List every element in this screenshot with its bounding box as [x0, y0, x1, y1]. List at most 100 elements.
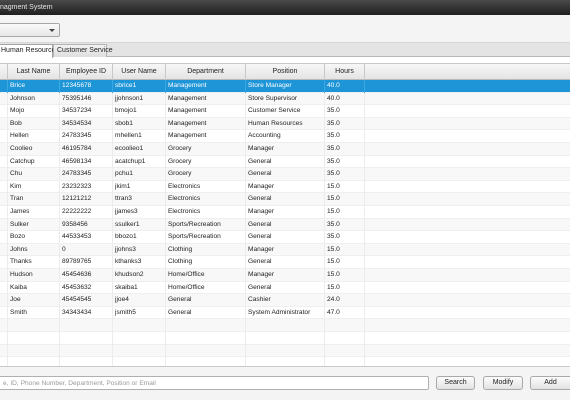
cell-hours: 15.0 — [325, 193, 365, 206]
cell-department — [166, 332, 246, 345]
table-row[interactable]: Sulker 9358456 ssulker1 Sports/Recreation Ge… — [0, 218, 570, 232]
cell-position: Store Supervisor — [246, 92, 325, 106]
cell-department: Grocery — [166, 155, 246, 169]
cell-position: General — [246, 281, 325, 295]
cell-employee-id: 89789765 — [60, 256, 113, 269]
cell-user-name — [113, 319, 166, 332]
cell-department: Grocery — [166, 168, 246, 181]
cell-hours: 35.0 — [325, 105, 365, 118]
cell-filler — [365, 345, 570, 358]
cell-filler — [365, 294, 570, 307]
cell-department: General — [166, 306, 246, 320]
cell-position: Human Resources — [246, 117, 325, 131]
cell-hours: 40.0 — [325, 80, 365, 93]
table-row[interactable]: Hudson 45454636 khudson2 Home/Office Manager… — [0, 269, 570, 282]
cell-hours: 40.0 — [325, 92, 365, 106]
cell-hours: 47.0 — [325, 306, 365, 320]
table-row[interactable]: Bozo 44533453 bbozo1 Sports/Recreation Gener… — [0, 231, 570, 244]
table-row[interactable]: Kim 23232323 jkim1 Electronics Manager 15.0 — [0, 180, 570, 194]
cell-hours — [325, 332, 365, 345]
cell-position: Customer Service — [246, 105, 325, 118]
cell-last-name: James — [8, 206, 60, 219]
table-row[interactable]: Coolieo 46195784 ecoolieo1 Grocery Manager 35… — [0, 143, 570, 156]
cell-blank — [0, 168, 8, 181]
cell-hours: 24.0 — [325, 294, 365, 307]
cell-user-name: jjohns3 — [113, 243, 166, 257]
cell-hours — [325, 357, 365, 366]
cell-last-name — [8, 319, 60, 332]
cell-employee-id — [60, 344, 113, 358]
cell-position — [246, 357, 325, 366]
search-input[interactable] — [0, 376, 429, 390]
cell-hours: 15.0 — [325, 180, 365, 194]
cell-blank — [0, 357, 8, 366]
column-header-blank[interactable] — [0, 64, 8, 80]
add-button[interactable]: Add — [530, 376, 570, 390]
cell-employee-id: 24783345 — [60, 130, 113, 143]
empty-table-row — [0, 344, 570, 358]
cell-position: Cashier — [246, 294, 325, 307]
table-row[interactable]: Mojo 34537234 bmojo1 Management Customer Ser… — [0, 105, 570, 118]
table-row[interactable]: Hellen 24783345 mhellen1 Management Accounti… — [0, 130, 570, 143]
column-header-employee-id[interactable]: Employee ID — [60, 64, 113, 80]
cell-filler — [365, 143, 570, 156]
cell-last-name: Coolieo — [8, 143, 60, 156]
column-header-hours[interactable]: Hours — [325, 64, 365, 80]
empty-table-row — [0, 357, 570, 366]
tab-bar: Human Resources Customer Service — [0, 43, 570, 58]
cell-position — [246, 319, 325, 332]
cell-blank — [0, 218, 8, 232]
cell-last-name: Sulker — [8, 218, 60, 232]
cell-hours — [325, 319, 365, 332]
cell-employee-id: 12345678 — [60, 80, 113, 93]
table-row[interactable]: Kaiba 45453632 skaiba1 Home/Office General 15… — [0, 281, 570, 295]
tab-customer-service[interactable]: Customer Service — [53, 44, 113, 57]
cell-hours: 35.0 — [325, 155, 365, 169]
view-selector-dropdown[interactable] — [0, 23, 60, 37]
search-button[interactable]: Search — [436, 376, 475, 390]
column-header-user-name[interactable]: User Name — [113, 64, 166, 80]
cell-blank — [0, 180, 8, 194]
cell-employee-id — [60, 357, 113, 366]
cell-last-name: Brice — [8, 80, 60, 93]
table-row[interactable]: Johns 0 jjohns3 Clothing Manager 15.0 — [0, 243, 570, 257]
cell-last-name: Hellen — [8, 130, 60, 143]
cell-last-name: Hudson — [8, 269, 60, 282]
cell-user-name — [113, 344, 166, 358]
cell-blank — [0, 206, 8, 219]
tab-human-resources[interactable]: Human Resources — [0, 44, 59, 58]
cell-hours: 35.0 — [325, 117, 365, 131]
modify-button[interactable]: Modify — [483, 376, 523, 390]
cell-position: Manager — [246, 143, 325, 156]
cell-last-name: Tran — [8, 193, 60, 206]
table-row[interactable]: Catchup 46598134 acatchup1 Grocery General 35… — [0, 155, 570, 169]
table-row[interactable]: Bob 34534534 sbob1 Management Human Resource… — [0, 117, 570, 131]
column-header-position[interactable]: Position — [246, 64, 325, 80]
table-row[interactable]: Smith 34343434 jsmith5 General System Admini… — [0, 306, 570, 320]
table-row[interactable]: Johnson 75395146 jjohnson1 Management Store … — [0, 92, 570, 106]
table-row[interactable]: James 22222222 jjames3 Electronics Manager 15… — [0, 206, 570, 219]
cell-blank — [0, 319, 8, 332]
column-header-department[interactable]: Department — [166, 64, 246, 80]
cell-position: Manager — [246, 180, 325, 194]
table-row[interactable]: Tran 12121212 ttran3 Electronics General 15.0 — [0, 193, 570, 206]
table-row[interactable]: Joe 45454545 jjoe4 General Cashier 24.0 — [0, 294, 570, 307]
cell-user-name: skaiba1 — [113, 281, 166, 295]
cell-blank — [0, 231, 8, 244]
cell-blank — [0, 243, 8, 257]
cell-blank — [0, 306, 8, 320]
cell-employee-id: 75395146 — [60, 92, 113, 106]
cell-employee-id: 22222222 — [60, 206, 113, 219]
table-row[interactable]: Thanks 89789765 kthanks3 Clothing General 15.… — [0, 256, 570, 269]
cell-employee-id: 34537234 — [60, 105, 113, 118]
cell-last-name: Bob — [8, 117, 60, 131]
cell-employee-id — [60, 332, 113, 345]
table-row[interactable]: Brice 12345678 sbrice1 Management Store Mana… — [0, 80, 570, 93]
cell-last-name: Mojo — [8, 105, 60, 118]
cell-last-name — [8, 332, 60, 345]
cell-user-name: ttran3 — [113, 193, 166, 206]
cell-employee-id: 44533453 — [60, 231, 113, 244]
column-header-last-name[interactable]: Last Name — [8, 64, 60, 80]
table-row[interactable]: Chu 24783345 pchu1 Grocery General 35.0 — [0, 168, 570, 181]
cell-department: Home/Office — [166, 281, 246, 295]
